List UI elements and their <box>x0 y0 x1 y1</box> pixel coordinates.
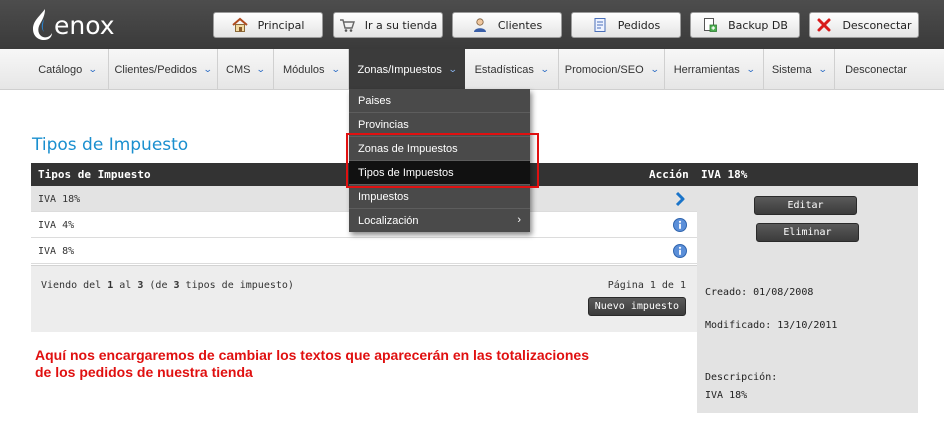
close-icon <box>816 17 832 33</box>
logo[interactable]: enox <box>30 6 115 42</box>
table-footer: Viendo del 1 al 3 (de 3 tipos de impuest… <box>31 265 697 332</box>
info-icon[interactable] <box>672 243 688 259</box>
home-icon <box>231 17 248 33</box>
backup-db-button[interactable]: Backup DB <box>690 12 800 38</box>
info-icon[interactable] <box>672 217 688 233</box>
created-date: Creado: 01/08/2008 <box>705 287 814 298</box>
chevron-down-icon: ⌄ <box>202 64 213 74</box>
nav-cms[interactable]: CMS ⌄ <box>218 49 274 90</box>
summary-al: al <box>113 280 138 291</box>
nav-modulos[interactable]: Módulos ⌄ <box>274 49 349 90</box>
nav-desconectar[interactable]: Desconectar <box>835 49 917 90</box>
nav-label: CMS <box>226 63 251 76</box>
detail-panel: Editar Eliminar Creado: 01/08/2008 Modif… <box>697 186 918 413</box>
dropdown-item-label: Impuestos <box>358 190 409 203</box>
desconectar-button[interactable]: Desconectar <box>809 12 919 38</box>
dropdown-item-paises[interactable]: Paises <box>349 89 530 113</box>
backup-db-label: Backup DB <box>728 18 788 32</box>
column-header-name: Tipos de Impuesto <box>38 168 151 181</box>
chevron-down-icon: ⌄ <box>447 64 458 74</box>
pagination-label: Página 1 de 1 <box>607 280 686 291</box>
cart-icon <box>339 17 355 33</box>
chevron-right-icon: › <box>517 214 521 226</box>
summary-de: (de <box>143 280 174 291</box>
nav-label: Zonas/Impuestos <box>357 63 442 76</box>
nav-label: Herramientas <box>673 63 740 76</box>
dropdown-item-localizacion[interactable]: Localización › <box>349 209 530 233</box>
dropdown-item-label: Paises <box>358 94 392 107</box>
pedidos-label: Pedidos <box>617 18 661 32</box>
chevron-right-icon[interactable] <box>672 191 688 207</box>
chevron-down-icon: ⌄ <box>817 64 828 74</box>
flame-icon <box>30 7 54 41</box>
row-name: IVA 4% <box>38 219 75 231</box>
ir-a-su-tienda-button[interactable]: Ir a su tienda <box>333 12 443 38</box>
clientes-button[interactable]: Clientes <box>452 12 562 38</box>
nav-label: Módulos <box>282 63 325 76</box>
nav-label: Sistema <box>771 63 812 76</box>
table-row[interactable]: IVA 8% <box>31 238 697 264</box>
new-tax-button[interactable]: Nuevo impuesto <box>587 297 686 316</box>
principal-label: Principal <box>257 18 305 32</box>
top-header: enox Principal Ir a su tienda Clientes P… <box>0 0 944 49</box>
nav-label: Clientes/Pedidos <box>114 63 197 76</box>
nav-promocion-seo[interactable]: Promocion/SEO ⌄ <box>559 49 665 90</box>
nav-label: Desconectar <box>845 63 907 76</box>
nav-herramientas[interactable]: Herramientas ⌄ <box>665 49 764 90</box>
nav-label: Catálogo <box>38 63 83 76</box>
nav-sistema[interactable]: Sistema ⌄ <box>764 49 835 90</box>
summary-suffix: tipos de impuesto) <box>179 280 294 291</box>
nav-label: Estadísticas <box>474 63 534 76</box>
row-name: IVA 8% <box>38 245 75 257</box>
main-nav: Catálogo ⌄ Clientes/Pedidos ⌄ CMS ⌄ Módulos… <box>0 49 944 90</box>
column-header-action: Acción <box>649 168 689 181</box>
chevron-down-icon: ⌄ <box>330 64 341 74</box>
brand-name: enox <box>54 10 115 40</box>
dropdown-item-label: Provincias <box>358 118 409 131</box>
summary-prefix: Viendo del <box>41 280 108 291</box>
dropdown-item-label: Localización <box>358 215 419 227</box>
description-label: Descripción: <box>705 372 778 383</box>
user-icon <box>472 17 488 33</box>
clientes-label: Clientes <box>497 18 543 32</box>
principal-button[interactable]: Principal <box>213 12 323 38</box>
page-title: Tipos de Impuesto <box>32 135 189 155</box>
description-value: IVA 18% <box>705 390 748 401</box>
nav-zonas-impuestos[interactable]: Zonas/Impuestos ⌄ <box>349 49 465 90</box>
row-name: IVA 18% <box>38 193 81 205</box>
dropdown-item-impuestos[interactable]: Impuestos <box>349 185 530 209</box>
desconectar-label: Desconectar <box>842 18 912 32</box>
chevron-down-icon: ⌄ <box>256 64 267 74</box>
nav-clientes-pedidos[interactable]: Clientes/Pedidos ⌄ <box>109 49 218 90</box>
delete-button[interactable]: Eliminar <box>756 223 859 242</box>
pedidos-button[interactable]: Pedidos <box>571 12 681 38</box>
nav-label: Promocion/SEO <box>564 63 644 76</box>
modified-date: Modificado: 13/10/2011 <box>705 320 838 331</box>
highlight-annotation <box>346 133 539 188</box>
database-icon <box>702 17 718 33</box>
nav-catalogo[interactable]: Catálogo ⌄ <box>27 49 109 90</box>
chevron-down-icon: ⌄ <box>88 64 98 74</box>
detail-heading: IVA 18% <box>697 163 918 186</box>
annotation-note: Aquí nos encargaremos de cambiar los tex… <box>35 347 589 380</box>
document-icon <box>592 17 608 33</box>
chevron-down-icon: ⌄ <box>649 64 660 74</box>
results-summary: Viendo del 1 al 3 (de 3 tipos de impuest… <box>41 280 294 291</box>
chevron-down-icon: ⌄ <box>539 64 550 74</box>
chevron-down-icon: ⌄ <box>745 64 756 74</box>
ir-a-su-tienda-label: Ir a su tienda <box>364 18 438 32</box>
edit-button[interactable]: Editar <box>754 196 857 215</box>
nav-estadisticas[interactable]: Estadísticas ⌄ <box>465 49 559 90</box>
